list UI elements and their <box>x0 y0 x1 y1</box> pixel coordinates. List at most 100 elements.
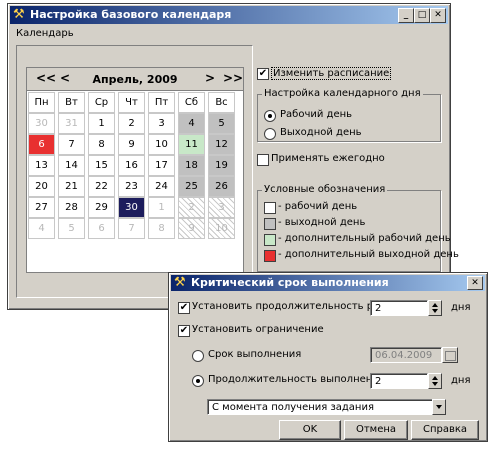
calendar-day[interactable]: 29 <box>88 197 115 218</box>
start-from-dropdown-button[interactable] <box>432 399 446 415</box>
set-duration-label: Установить продолжительность работ <box>192 301 398 312</box>
menu-calendar[interactable]: Календарь <box>12 28 78 39</box>
calendar-day[interactable]: 24 <box>148 176 175 197</box>
calendar-day[interactable]: 26 <box>208 176 235 197</box>
next-year-button[interactable]: >> <box>223 71 243 85</box>
dialog-app-icon: ⚒ <box>174 275 186 290</box>
main-titlebar[interactable]: ⚒ Настройка базового календаря _ □ ✕ <box>10 6 448 24</box>
next-month-button[interactable]: > <box>205 71 215 85</box>
main-window-title: Настройка базового календаря <box>30 8 232 21</box>
day-off-radio[interactable] <box>264 128 276 140</box>
calendar-day[interactable]: 10 <box>148 134 175 155</box>
calendar-day[interactable]: 31 <box>58 113 85 134</box>
dialog-close-button[interactable]: ✕ <box>467 276 483 290</box>
weekday-header: Чт <box>118 92 145 113</box>
calendar-day[interactable]: 1 <box>148 197 175 218</box>
calendar-day[interactable]: 25 <box>178 176 205 197</box>
legend-day-off-label: - выходной день <box>278 217 366 228</box>
calendar-day[interactable]: 20 <box>28 176 55 197</box>
minimize-button[interactable]: _ <box>398 8 414 23</box>
set-constraint-checkbox[interactable]: ✔ <box>178 325 190 337</box>
spin-down-icon <box>432 382 438 386</box>
calendar-day[interactable]: 28 <box>58 197 85 218</box>
weekday-header: Сб <box>178 92 205 113</box>
spin-up-icon <box>432 303 438 307</box>
calendar-day[interactable]: 11 <box>178 134 205 155</box>
weekday-header: Пт <box>148 92 175 113</box>
cancel-button[interactable]: Отмена <box>344 420 408 440</box>
legend-extra-off-swatch <box>264 250 276 262</box>
calendar-day[interactable]: 5 <box>58 218 85 239</box>
date-picker-button <box>442 347 458 363</box>
calendar-day[interactable]: 16 <box>118 155 145 176</box>
duration-work-unit: дня <box>451 302 471 313</box>
calendar-day[interactable]: 2 <box>178 197 205 218</box>
calendar-day[interactable]: 19 <box>208 155 235 176</box>
deadline-radio[interactable] <box>192 350 204 362</box>
calendar-day[interactable]: 2 <box>118 113 145 134</box>
calendar-day[interactable]: 23 <box>118 176 145 197</box>
work-day-radio[interactable] <box>264 110 276 122</box>
menubar: Календарь <box>12 26 78 42</box>
calendar-day[interactable]: 4 <box>178 113 205 134</box>
calendar-day[interactable]: 22 <box>88 176 115 197</box>
weekday-header: Ср <box>88 92 115 113</box>
maximize-button[interactable]: □ <box>414 8 430 23</box>
duration-label: Продолжительность выполнения <box>208 374 385 385</box>
calendar-icon <box>445 351 456 361</box>
calendar-day[interactable]: 17 <box>148 155 175 176</box>
weekday-header: Пн <box>28 92 55 113</box>
calendar-day[interactable]: 30 <box>28 113 55 134</box>
calendar-settings-window: ⚒ Настройка базового календаря _ □ ✕ Кал… <box>7 3 459 310</box>
dialog-titlebar[interactable]: ⚒ Критический срок выполнения ✕ <box>171 275 485 291</box>
calendar-day[interactable]: 9 <box>118 134 145 155</box>
duration-radio[interactable] <box>192 375 204 387</box>
calendar-day[interactable]: 3 <box>208 197 235 218</box>
spin-up-icon <box>432 376 438 380</box>
duration-work-spinner[interactable] <box>428 300 442 316</box>
calendar-day[interactable]: 15 <box>88 155 115 176</box>
calendar-day[interactable]: 7 <box>58 134 85 155</box>
chevron-down-icon <box>436 405 442 409</box>
calendar-day[interactable]: 8 <box>88 134 115 155</box>
calendar-day[interactable]: 13 <box>28 155 55 176</box>
start-from-select[interactable]: С момента получения задания <box>207 399 446 415</box>
duration-exec-spinner[interactable] <box>428 373 442 389</box>
deadline-label: Срок выполнения <box>208 349 302 360</box>
calendar-day[interactable]: 3 <box>148 113 175 134</box>
calendar-day[interactable]: 6 <box>88 218 115 239</box>
ok-button[interactable]: OK <box>279 420 341 440</box>
weekday-header: Вт <box>58 92 85 113</box>
calendar-day[interactable]: 12 <box>208 134 235 155</box>
close-button[interactable]: ✕ <box>430 8 446 23</box>
apply-yearly-label: Применять ежегодно <box>271 153 385 164</box>
calendar-day[interactable]: 9 <box>178 218 205 239</box>
legend-extra-work-label: - дополнительный рабочий день <box>278 233 451 244</box>
calendar-day[interactable]: 27 <box>28 197 55 218</box>
app-icon: ⚒ <box>13 7 25 22</box>
calendar-day[interactable]: 14 <box>58 155 85 176</box>
legend-extra-work-swatch <box>264 234 276 246</box>
calendar-day[interactable]: 21 <box>58 176 85 197</box>
duration-work-input[interactable]: 2 <box>370 300 428 316</box>
calendar-day[interactable]: 18 <box>178 155 205 176</box>
calendar-day[interactable]: 7 <box>118 218 145 239</box>
calendar-day[interactable]: 10 <box>208 218 235 239</box>
apply-yearly-checkbox[interactable] <box>257 154 269 166</box>
change-schedule-checkbox[interactable]: ✔ <box>257 68 269 80</box>
legend-title: Условные обозначения <box>262 184 388 195</box>
calendar-day[interactable]: 1 <box>88 113 115 134</box>
set-duration-checkbox[interactable]: ✔ <box>178 302 190 314</box>
calendar-day[interactable]: 30 <box>118 197 145 218</box>
calendar-day[interactable]: 4 <box>28 218 55 239</box>
legend-day-off-swatch <box>264 218 276 230</box>
calendar-day[interactable]: 8 <box>148 218 175 239</box>
legend-work-day-label: - рабочий день <box>278 201 358 212</box>
calendar-day[interactable]: 6 <box>28 134 55 155</box>
help-button[interactable]: Справка <box>411 420 479 440</box>
legend-work-day-swatch <box>264 202 276 214</box>
calendar-day[interactable]: 5 <box>208 113 235 134</box>
change-schedule-label: Изменить расписание <box>271 67 392 80</box>
duration-exec-input[interactable]: 2 <box>370 373 428 389</box>
month-calendar: << < Апрель, 2009 > >> Пн Вт Ср Чт Пт Сб Вс 30 3… <box>26 67 244 273</box>
